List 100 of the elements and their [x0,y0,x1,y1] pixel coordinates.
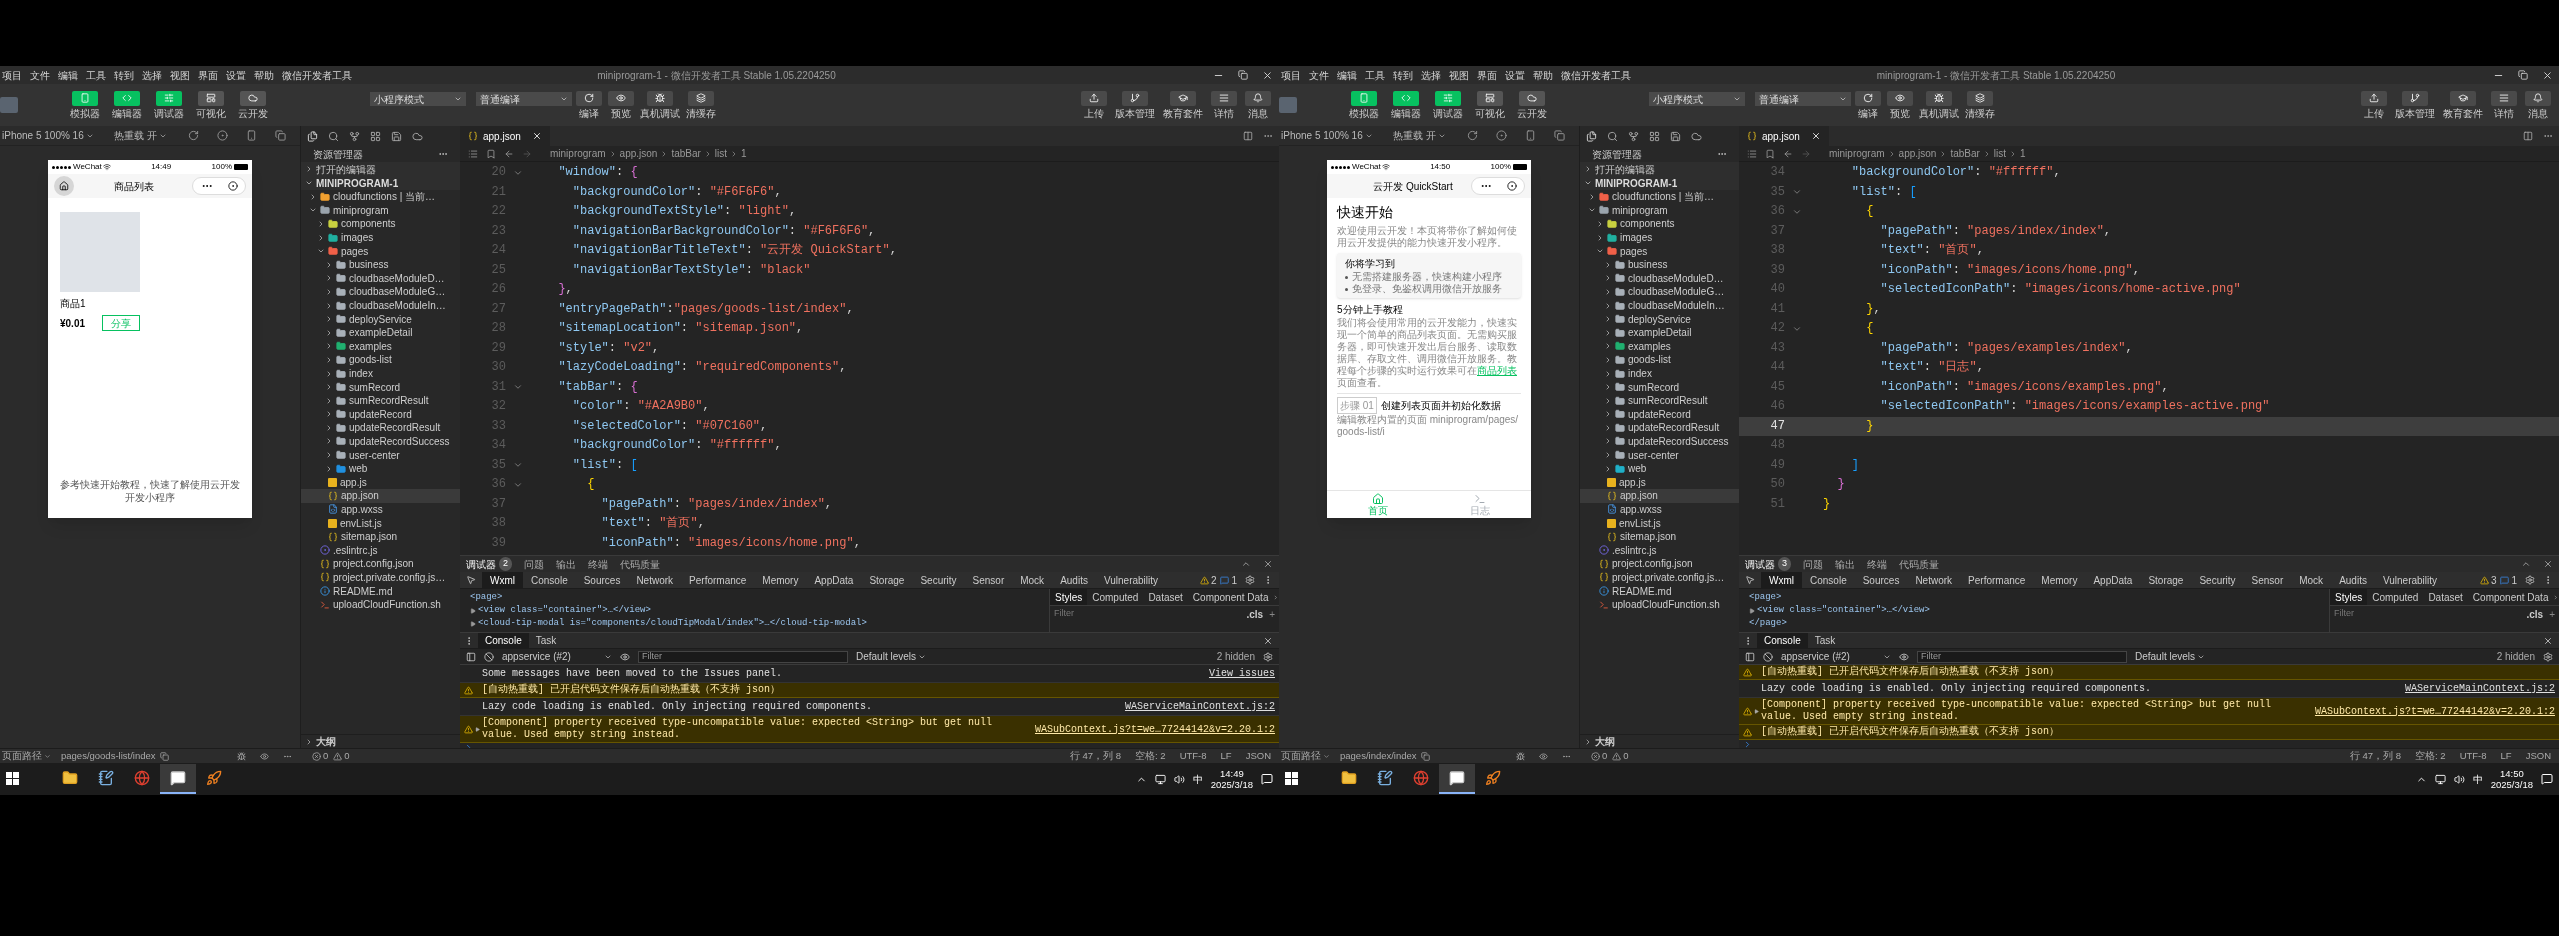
tree-item[interactable]: updateRecordResult [1580,421,1739,435]
toolbar-button[interactable]: 模拟器 [68,90,102,120]
toolbar-button[interactable]: 真机调试 [638,90,682,120]
indentation[interactable]: 空格: 2 [2415,748,2446,763]
tree-item[interactable]: app.js [301,475,460,490]
clear-console-icon[interactable] [1763,651,1773,662]
drawer-tab[interactable]: Console [478,633,529,648]
close-icon[interactable] [2542,69,2553,81]
devtools-tab[interactable]: Wxml [1761,572,1802,588]
notification-icon[interactable] [1261,773,1273,785]
open-editors-header[interactable]: 打开的编辑器 [1580,162,1739,176]
toolbar-button[interactable]: 详情 [1209,90,1239,120]
panel-tab[interactable]: 调试器 3 [1745,556,1791,572]
settings-icon[interactable] [1263,651,1273,662]
devtools-tab[interactable]: Network [628,572,682,588]
tree-item[interactable]: pages [301,244,460,258]
extensions-icon[interactable] [1649,130,1660,142]
encoding[interactable]: UTF-8 [1179,748,1207,763]
menu-item[interactable]: 工具 [86,67,106,83]
eye-icon[interactable] [1539,751,1548,761]
toolbar-button[interactable]: 消息 [1243,90,1273,120]
tree-item[interactable]: cloudfunctions | 当前… [1580,190,1739,204]
inspect-icon[interactable] [466,575,476,585]
wxml-node[interactable]: <page> [470,591,503,604]
editor-tab[interactable]: app.json [1739,126,1829,146]
list-icon[interactable] [468,148,478,159]
toolbar-button[interactable]: 调试器 [152,90,186,120]
close-icon[interactable] [2543,635,2553,646]
menu-item[interactable]: 界面 [198,67,218,83]
extensions-icon[interactable] [370,130,381,142]
bookmark-icon[interactable] [1765,148,1775,159]
open-editors-header[interactable]: 打开的编辑器 [301,162,460,176]
toolbar-button[interactable]: 版本管理 [1113,90,1157,120]
tree-item[interactable]: project.config.json [1580,557,1739,571]
toolbar-button[interactable]: 编辑器 [110,90,144,120]
save-icon[interactable] [1670,130,1681,142]
tree-item[interactable]: .eslintrc.js [301,543,460,558]
mode-select[interactable]: 小程序模式 [1649,92,1745,106]
toolbar-button[interactable]: 云开发 [236,90,270,120]
input-method-indicator[interactable]: 中 [2472,771,2483,787]
menu-item[interactable]: 设置 [226,67,246,83]
git-icon[interactable] [349,130,360,142]
menu-item[interactable]: 文件 [1309,67,1329,83]
tree-item[interactable]: images [1580,230,1739,245]
tree-item[interactable]: miniprogram [301,203,460,218]
toolbar-button[interactable]: 版本管理 [2393,90,2437,120]
log-levels-select[interactable]: Default levels [856,649,927,664]
styles-tab[interactable]: Component Data [2467,589,2554,605]
close-icon[interactable] [1263,635,1273,646]
styles-tab[interactable]: Dataset [1143,589,1188,605]
menu-item[interactable]: 帮助 [254,67,274,83]
menu-item[interactable]: 选择 [1421,67,1441,83]
menu-item[interactable]: 文件 [30,67,50,83]
cls-toggle[interactable]: .cls [1246,606,1264,622]
wxml-node[interactable]: <page> [1749,591,1782,604]
menu-item[interactable]: 选择 [142,67,162,83]
toolbar-button[interactable]: 预览 [1885,90,1915,120]
devtools-tab[interactable]: Vulnerability [1095,572,1167,588]
styles-tab[interactable]: Component Data [1187,589,1274,605]
line-ending[interactable]: LF [1220,748,1232,763]
devtools-tab[interactable]: AppData [2085,572,2141,588]
taskbar-app[interactable] [1439,764,1475,794]
eye-icon[interactable] [620,651,630,662]
devtools-tab[interactable]: AppData [806,572,862,588]
tree-item[interactable]: exampleDetail [1580,325,1739,340]
cursor-position[interactable]: 行 47，列 8 [1069,748,1122,763]
panel-tab[interactable]: 输出 [556,556,576,572]
network-icon[interactable] [1154,773,1166,785]
collapse-icon[interactable] [2521,559,2531,569]
tree-item[interactable]: components [1580,217,1739,231]
tree-item[interactable]: app.json [1580,489,1739,503]
list-icon[interactable] [1747,148,1757,159]
breadcrumb-item[interactable]: list [714,146,728,161]
source-link[interactable]: WASubContext.js?t=we…77244142&v=2.20.1:2 [2314,703,2555,719]
styles-tab[interactable]: Computed [1087,589,1144,605]
source-link[interactable]: WASubContext.js?t=we…77244142&v=2.20.1:2 [1034,721,1275,737]
back-icon[interactable] [1783,148,1793,159]
compile-select[interactable]: 普通编译 [476,92,572,106]
breadcrumb-item[interactable]: miniprogram [550,146,606,161]
console-filter-field[interactable]: Filter [638,650,848,663]
tree-item[interactable]: .eslintrc.js [1580,543,1739,558]
toolbar-button[interactable]: 教育套件 [2441,90,2485,120]
tree-item[interactable]: project.private.config.js… [1580,570,1739,585]
search-icon[interactable] [328,130,339,142]
cls-toggle[interactable]: .cls [2526,606,2544,622]
indentation[interactable]: 空格: 2 [1135,748,1166,763]
clear-console-icon[interactable] [484,651,494,662]
tree-item[interactable]: business [1580,257,1739,272]
wxml-node[interactable]: </page> [1749,617,1787,630]
drawer-tab[interactable]: Console [1757,633,1808,648]
panel-tab[interactable]: 代码质量 [1899,556,1939,572]
tree-item[interactable]: pages [1580,244,1739,258]
toolbar-button[interactable]: 真机调试 [1917,90,1961,120]
toolbar-button[interactable]: 消息 [2523,90,2553,120]
sidebar-toggle-icon[interactable] [1745,651,1755,662]
tree-item[interactable]: goods-list [1580,353,1739,367]
source-link[interactable]: WAServiceMainContext.js:2 [2404,681,2555,696]
tree-item[interactable]: index [301,366,460,381]
devtools-tab[interactable]: Performance [681,572,755,588]
window-icon[interactable] [1554,130,1565,141]
